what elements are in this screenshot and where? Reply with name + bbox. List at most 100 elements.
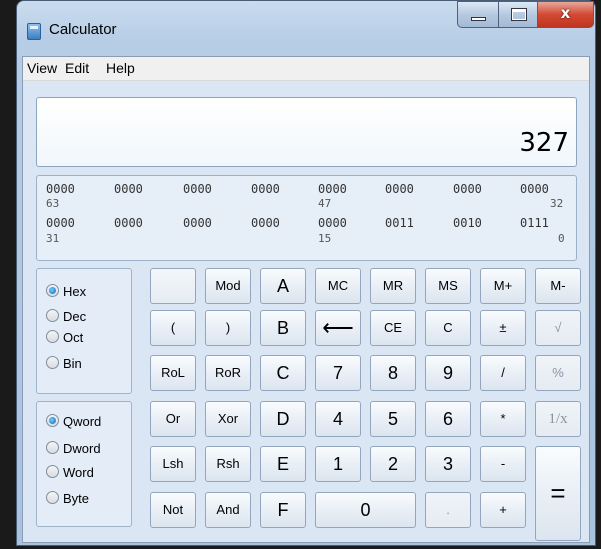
right-shift-button[interactable]: Rsh <box>205 446 251 482</box>
bit-position-label: 32 <box>550 197 564 210</box>
hex-e-button[interactable]: E <box>260 446 306 482</box>
close-icon: x <box>560 4 571 22</box>
bit-nibble: 0000 <box>520 182 549 196</box>
bit-position-label: 63 <box>46 197 60 210</box>
bit-nibble: 0111 <box>520 216 549 230</box>
bit-nibble: 0000 <box>183 182 212 196</box>
hex-d-button[interactable]: D <box>260 401 306 437</box>
bit-nibble: 0000 <box>251 216 280 230</box>
maximize-icon <box>512 9 526 20</box>
bit-nibble: 0000 <box>114 216 143 230</box>
mod-button[interactable]: Mod <box>205 268 251 304</box>
radio-oct[interactable]: Oct <box>46 330 83 350</box>
bit-nibble: 0000 <box>318 216 347 230</box>
radio-unselected-icon <box>46 356 59 369</box>
digit-5-button[interactable]: 5 <box>370 401 416 437</box>
radio-unselected-icon <box>46 330 59 343</box>
base-radio-group: Hex Dec Oct Bin <box>36 268 132 394</box>
hex-f-button[interactable]: F <box>260 492 306 528</box>
bit-nibble: 0000 <box>183 216 212 230</box>
memory-recall-button[interactable]: MR <box>370 268 416 304</box>
radio-hex[interactable]: Hex <box>46 284 86 304</box>
radio-qword[interactable]: Qword <box>46 414 101 434</box>
bit-position-label: 31 <box>46 232 60 245</box>
reciprocal-button[interactable]: 1/x <box>535 401 581 437</box>
radio-byte[interactable]: Byte <box>46 491 89 511</box>
radio-selected-icon <box>46 284 59 297</box>
digit-1-button[interactable]: 1 <box>315 446 361 482</box>
open-paren-button[interactable]: ( <box>150 310 196 346</box>
bit-position-label: 15 <box>318 232 332 245</box>
bit-display: 0000 0000 0000 0000 0000 0000 0000 0000 … <box>36 175 577 261</box>
clear-entry-button[interactable]: CE <box>370 310 416 346</box>
backspace-button[interactable]: ⟵ <box>315 310 361 346</box>
xor-button[interactable]: Xor <box>205 401 251 437</box>
clear-button[interactable]: C <box>425 310 471 346</box>
decimal-button[interactable]: . <box>425 492 471 528</box>
multiply-button[interactable]: * <box>480 401 526 437</box>
bit-nibble: 0000 <box>318 182 347 196</box>
blank-key <box>150 268 196 304</box>
digit-2-button[interactable]: 2 <box>370 446 416 482</box>
equals-button[interactable]: = <box>535 446 581 541</box>
bit-nibble: 0000 <box>46 216 75 230</box>
minimize-icon <box>471 17 486 21</box>
bit-nibble: 0000 <box>453 182 482 196</box>
memory-subtract-button[interactable]: M- <box>535 268 581 304</box>
menu-help[interactable]: Help <box>106 60 135 76</box>
radio-unselected-icon <box>46 491 59 504</box>
radio-word[interactable]: Word <box>46 465 94 485</box>
memory-store-button[interactable]: MS <box>425 268 471 304</box>
radio-bin[interactable]: Bin <box>46 356 82 376</box>
title-bar[interactable]: Calculator x <box>17 1 595 41</box>
and-button[interactable]: And <box>205 492 251 528</box>
bit-nibble: 0000 <box>46 182 75 196</box>
radio-selected-icon <box>46 414 59 427</box>
maximize-button[interactable] <box>498 1 538 28</box>
digit-0-button[interactable]: 0 <box>315 492 416 528</box>
subtract-button[interactable]: - <box>480 446 526 482</box>
bit-nibble: 0011 <box>385 216 414 230</box>
add-button[interactable]: + <box>480 492 526 528</box>
sqrt-button[interactable]: √ <box>535 310 581 346</box>
digit-8-button[interactable]: 8 <box>370 355 416 391</box>
bit-nibble: 0000 <box>114 182 143 196</box>
calculator-window: Calculator x View Edit Help 327 0000 000… <box>16 0 596 546</box>
memory-add-button[interactable]: M+ <box>480 268 526 304</box>
rotate-right-button[interactable]: RoR <box>205 355 251 391</box>
bit-nibble: 0010 <box>453 216 482 230</box>
minimize-button[interactable] <box>457 1 499 28</box>
negate-button[interactable]: ± <box>480 310 526 346</box>
calculator-icon <box>27 23 41 40</box>
menu-view[interactable]: View <box>27 60 57 76</box>
bit-position-label: 47 <box>318 197 332 210</box>
menu-bar: View Edit Help <box>23 57 589 81</box>
divide-button[interactable]: / <box>480 355 526 391</box>
radio-dword[interactable]: Dword <box>46 441 101 461</box>
digit-6-button[interactable]: 6 <box>425 401 471 437</box>
radio-unselected-icon <box>46 465 59 478</box>
memory-clear-button[interactable]: MC <box>315 268 361 304</box>
percent-button[interactable]: % <box>535 355 581 391</box>
radio-unselected-icon <box>46 441 59 454</box>
menu-edit[interactable]: Edit <box>65 60 89 76</box>
radio-dec[interactable]: Dec <box>46 309 86 329</box>
left-shift-button[interactable]: Lsh <box>150 446 196 482</box>
hex-a-button[interactable]: A <box>260 268 306 304</box>
word-size-radio-group: Qword Dword Word Byte <box>36 401 132 527</box>
display-value: 327 <box>519 128 569 158</box>
rotate-left-button[interactable]: RoL <box>150 355 196 391</box>
close-paren-button[interactable]: ) <box>205 310 251 346</box>
digit-3-button[interactable]: 3 <box>425 446 471 482</box>
radio-unselected-icon <box>46 309 59 322</box>
close-button[interactable]: x <box>537 1 594 28</box>
window-title: Calculator <box>49 21 117 38</box>
or-button[interactable]: Or <box>150 401 196 437</box>
digit-9-button[interactable]: 9 <box>425 355 471 391</box>
digit-4-button[interactable]: 4 <box>315 401 361 437</box>
digit-7-button[interactable]: 7 <box>315 355 361 391</box>
bit-nibble: 0000 <box>385 182 414 196</box>
hex-b-button[interactable]: B <box>260 310 306 346</box>
hex-c-button[interactable]: C <box>260 355 306 391</box>
not-button[interactable]: Not <box>150 492 196 528</box>
